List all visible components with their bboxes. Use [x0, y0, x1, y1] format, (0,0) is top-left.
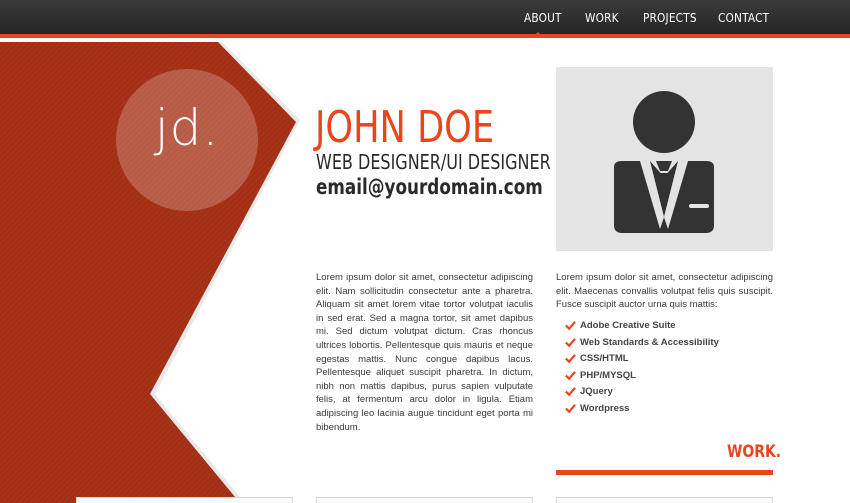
about-text-left: Lorem ipsum dolor sit amet, consectetur … — [316, 272, 533, 433]
profile-role: WEB DESIGNER/UI DESIGNER — [316, 150, 551, 174]
check-icon — [565, 370, 576, 380]
nav-item-about[interactable]: ABOUT — [524, 11, 562, 25]
work-card[interactable] — [316, 497, 533, 503]
skill-item: PHP/MYSQL — [565, 369, 719, 386]
work-divider — [556, 470, 773, 475]
skill-item: Wordpress — [565, 402, 719, 419]
top-nav-bar: ABOUT WORK PROJECTS CONTACT — [0, 0, 850, 38]
check-icon — [565, 337, 576, 347]
nav-item-work[interactable]: WORK — [585, 11, 619, 25]
skill-label: Adobe Creative Suite — [580, 320, 676, 331]
active-nav-indicator — [532, 32, 544, 38]
skill-label: JQuery — [580, 386, 613, 397]
skill-label: Wordpress — [580, 402, 630, 414]
work-section-heading: WORK. — [727, 442, 782, 462]
skill-label: Web Standards & Accessibility — [580, 336, 719, 348]
skills-list: Adobe Creative Suite Web Standards & Acc… — [565, 319, 719, 418]
nav-item-projects[interactable]: PROJECTS — [643, 11, 697, 25]
work-card[interactable] — [76, 497, 293, 503]
person-icon — [614, 91, 714, 233]
work-card[interactable] — [556, 497, 773, 503]
check-icon — [565, 387, 576, 397]
skill-label: CSS/HTML — [580, 353, 629, 364]
avatar — [556, 67, 773, 251]
logo-badge: jd. — [116, 69, 258, 211]
skill-item: JQuery — [565, 385, 719, 402]
check-icon — [565, 321, 576, 331]
check-icon — [565, 403, 576, 413]
logo-text: jd. — [154, 99, 220, 157]
check-icon — [565, 354, 576, 364]
nav-item-contact[interactable]: CONTACT — [718, 11, 769, 25]
profile-email[interactable]: email@yourdomain.com — [316, 175, 543, 199]
skill-item: Adobe Creative Suite — [565, 319, 719, 336]
about-text-right: Lorem ipsum dolor sit amet, consectetur … — [556, 272, 773, 311]
profile-name: JOHN DOE — [315, 102, 495, 153]
skill-label: PHP/MYSQL — [580, 369, 636, 381]
skill-item: CSS/HTML — [565, 352, 719, 369]
main-nav: ABOUT WORK PROJECTS CONTACT — [0, 0, 850, 38]
skill-item: Web Standards & Accessibility — [565, 336, 719, 353]
